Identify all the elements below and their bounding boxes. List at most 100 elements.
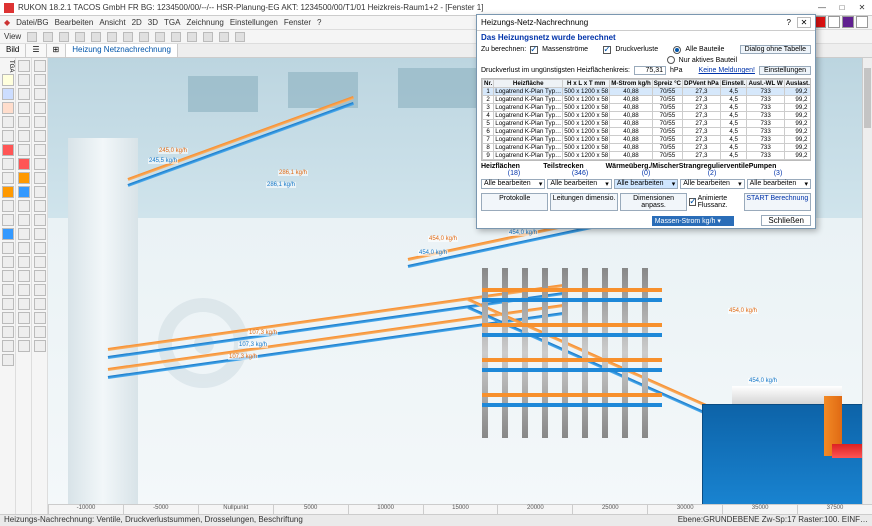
zoom-icon[interactable] — [123, 32, 133, 42]
dd-massflow-unit[interactable]: Massen-Strom kg/h ▾ — [652, 216, 735, 226]
draw-icon[interactable] — [18, 60, 30, 72]
dialog-close-icon[interactable]: ✕ — [797, 17, 811, 28]
edit-icon[interactable] — [34, 228, 46, 240]
edit-icon[interactable] — [34, 298, 46, 310]
result-table[interactable]: Nr.HeizflächeH x L x T mmM-Strom kg/hSpr… — [481, 78, 811, 161]
draw-icon[interactable] — [18, 270, 30, 282]
edit-icon[interactable] — [34, 60, 46, 72]
dd-pu[interactable]: Alle bearbeiten▾ — [747, 179, 811, 189]
tool-icon[interactable] — [2, 186, 14, 198]
tool-icon[interactable] — [2, 144, 14, 156]
btn-settings[interactable]: Einstellungen — [759, 66, 811, 75]
edit-icon[interactable] — [34, 144, 46, 156]
draw-icon[interactable] — [18, 340, 30, 352]
menu-tga[interactable]: TGA — [164, 18, 180, 27]
edit-icon[interactable] — [34, 116, 46, 128]
tool-icon[interactable] — [2, 270, 14, 282]
col-header[interactable]: Nr. — [483, 80, 494, 88]
menu-ansicht[interactable]: Ansicht — [99, 18, 125, 27]
draw-icon[interactable] — [18, 200, 30, 212]
edit-icon[interactable] — [34, 200, 46, 212]
table-row[interactable]: 1Logatrend K-Plan Typ…500 x 1200 x 5840,… — [483, 88, 812, 96]
edit-icon[interactable] — [34, 312, 46, 324]
tab-heizung-netz[interactable]: Heizung Netznachrechnung — [66, 44, 178, 57]
grid-icon[interactable] — [59, 32, 69, 42]
col-header[interactable]: Einstell. — [720, 80, 747, 88]
radio-all-parts[interactable] — [673, 46, 681, 54]
tool-icon[interactable] — [2, 326, 14, 338]
dialog-help-icon[interactable]: ? — [787, 18, 791, 27]
dialog-titlebar[interactable]: Heizungs-Netz-Nachrechnung ? ✕ — [477, 15, 815, 31]
btn-close[interactable]: Schließen — [761, 215, 811, 226]
draw-icon[interactable] — [18, 228, 30, 240]
viewport-scrollbar[interactable] — [862, 58, 872, 504]
tool-icon[interactable] — [2, 214, 14, 226]
chk-animated-flow[interactable] — [689, 198, 695, 206]
pan-icon[interactable] — [139, 32, 149, 42]
col-header[interactable]: Heizfläche — [494, 80, 563, 88]
col-header[interactable]: Ausl.-WL W — [747, 80, 784, 88]
rect-select-icon[interactable] — [107, 32, 117, 42]
table-row[interactable]: 7Logatrend K-Plan Typ…500 x 1200 x 5840,… — [483, 136, 812, 144]
edit-icon[interactable] — [34, 214, 46, 226]
misc-tool-icon[interactable] — [203, 32, 213, 42]
tool-icon[interactable] — [2, 298, 14, 310]
tab-grid-icon[interactable]: ⊞ — [47, 44, 67, 57]
radio-only-active[interactable] — [667, 56, 675, 64]
scrollbar-thumb[interactable] — [864, 68, 871, 128]
tab-list-icon[interactable]: ☰ — [26, 44, 46, 57]
menu-3d[interactable]: 3D — [148, 18, 158, 27]
draw-icon[interactable] — [18, 88, 30, 100]
table-row[interactable]: 8Logatrend K-Plan Typ…500 x 1200 x 5840,… — [483, 144, 812, 152]
draw-icon[interactable] — [18, 298, 30, 310]
tool-icon[interactable] — [2, 354, 14, 366]
btn-leitungen[interactable]: Leitungen dimensio. — [550, 193, 617, 211]
menu-bearbeiten[interactable]: Bearbeiten — [55, 18, 94, 27]
draw-icon[interactable] — [18, 158, 30, 170]
layers-icon[interactable] — [43, 32, 53, 42]
col-header[interactable]: Spreiz °C — [652, 80, 682, 88]
box-icon[interactable] — [155, 32, 165, 42]
edit-icon[interactable] — [34, 74, 46, 86]
app-shortcut-icon[interactable] — [856, 16, 868, 28]
misc-tool-icon[interactable] — [219, 32, 229, 42]
misc-tool-icon[interactable] — [235, 32, 245, 42]
menu-2d[interactable]: 2D — [132, 18, 142, 27]
tab-bild[interactable]: Bild — [0, 44, 26, 57]
table-row[interactable]: 2Logatrend K-Plan Typ…500 x 1200 x 5840,… — [483, 96, 812, 104]
edit-icon[interactable] — [34, 284, 46, 296]
tool-icon[interactable] — [2, 116, 14, 128]
tool-icon[interactable] — [2, 340, 14, 352]
gear-icon[interactable] — [27, 32, 37, 42]
chk-massflow[interactable] — [530, 46, 538, 54]
table-row[interactable]: 5Logatrend K-Plan Typ…500 x 1200 x 5840,… — [483, 120, 812, 128]
tool-icon[interactable] — [2, 200, 14, 212]
tool-icon[interactable] — [2, 312, 14, 324]
draw-icon[interactable] — [18, 74, 30, 86]
dimension-icon[interactable] — [187, 32, 197, 42]
tool-icon[interactable] — [2, 102, 14, 114]
draw-icon[interactable] — [18, 326, 30, 338]
draw-icon[interactable] — [18, 312, 30, 324]
menu-help[interactable]: ? — [317, 18, 321, 27]
tool-icon[interactable] — [2, 228, 14, 240]
dd-hf[interactable]: Alle bearbeiten▾ — [481, 179, 545, 189]
col-header[interactable]: H x L x T mm — [563, 80, 610, 88]
btn-dimension[interactable]: Dimensionen anpass. — [620, 193, 687, 211]
link-no-messages[interactable]: Keine Meldungen! — [699, 67, 755, 74]
dd-wm[interactable]: Alle bearbeiten▾ — [614, 179, 678, 189]
app-shortcut-icon[interactable] — [842, 16, 854, 28]
menu-fenster[interactable]: Fenster — [284, 18, 311, 27]
app-shortcut-icon[interactable] — [828, 16, 840, 28]
col-header[interactable]: M-Strom kg/h — [610, 80, 653, 88]
tool-icon[interactable] — [2, 172, 14, 184]
edit-icon[interactable] — [34, 158, 46, 170]
draw-icon[interactable] — [18, 242, 30, 254]
btn-dialog-no-table[interactable]: Dialog ohne Tabelle — [740, 45, 811, 54]
draw-icon[interactable] — [18, 284, 30, 296]
tool-icon[interactable] — [2, 88, 14, 100]
draw-icon[interactable] — [18, 256, 30, 268]
edit-icon[interactable] — [34, 186, 46, 198]
draw-icon[interactable] — [18, 172, 30, 184]
dd-ts[interactable]: Alle bearbeiten▾ — [547, 179, 611, 189]
